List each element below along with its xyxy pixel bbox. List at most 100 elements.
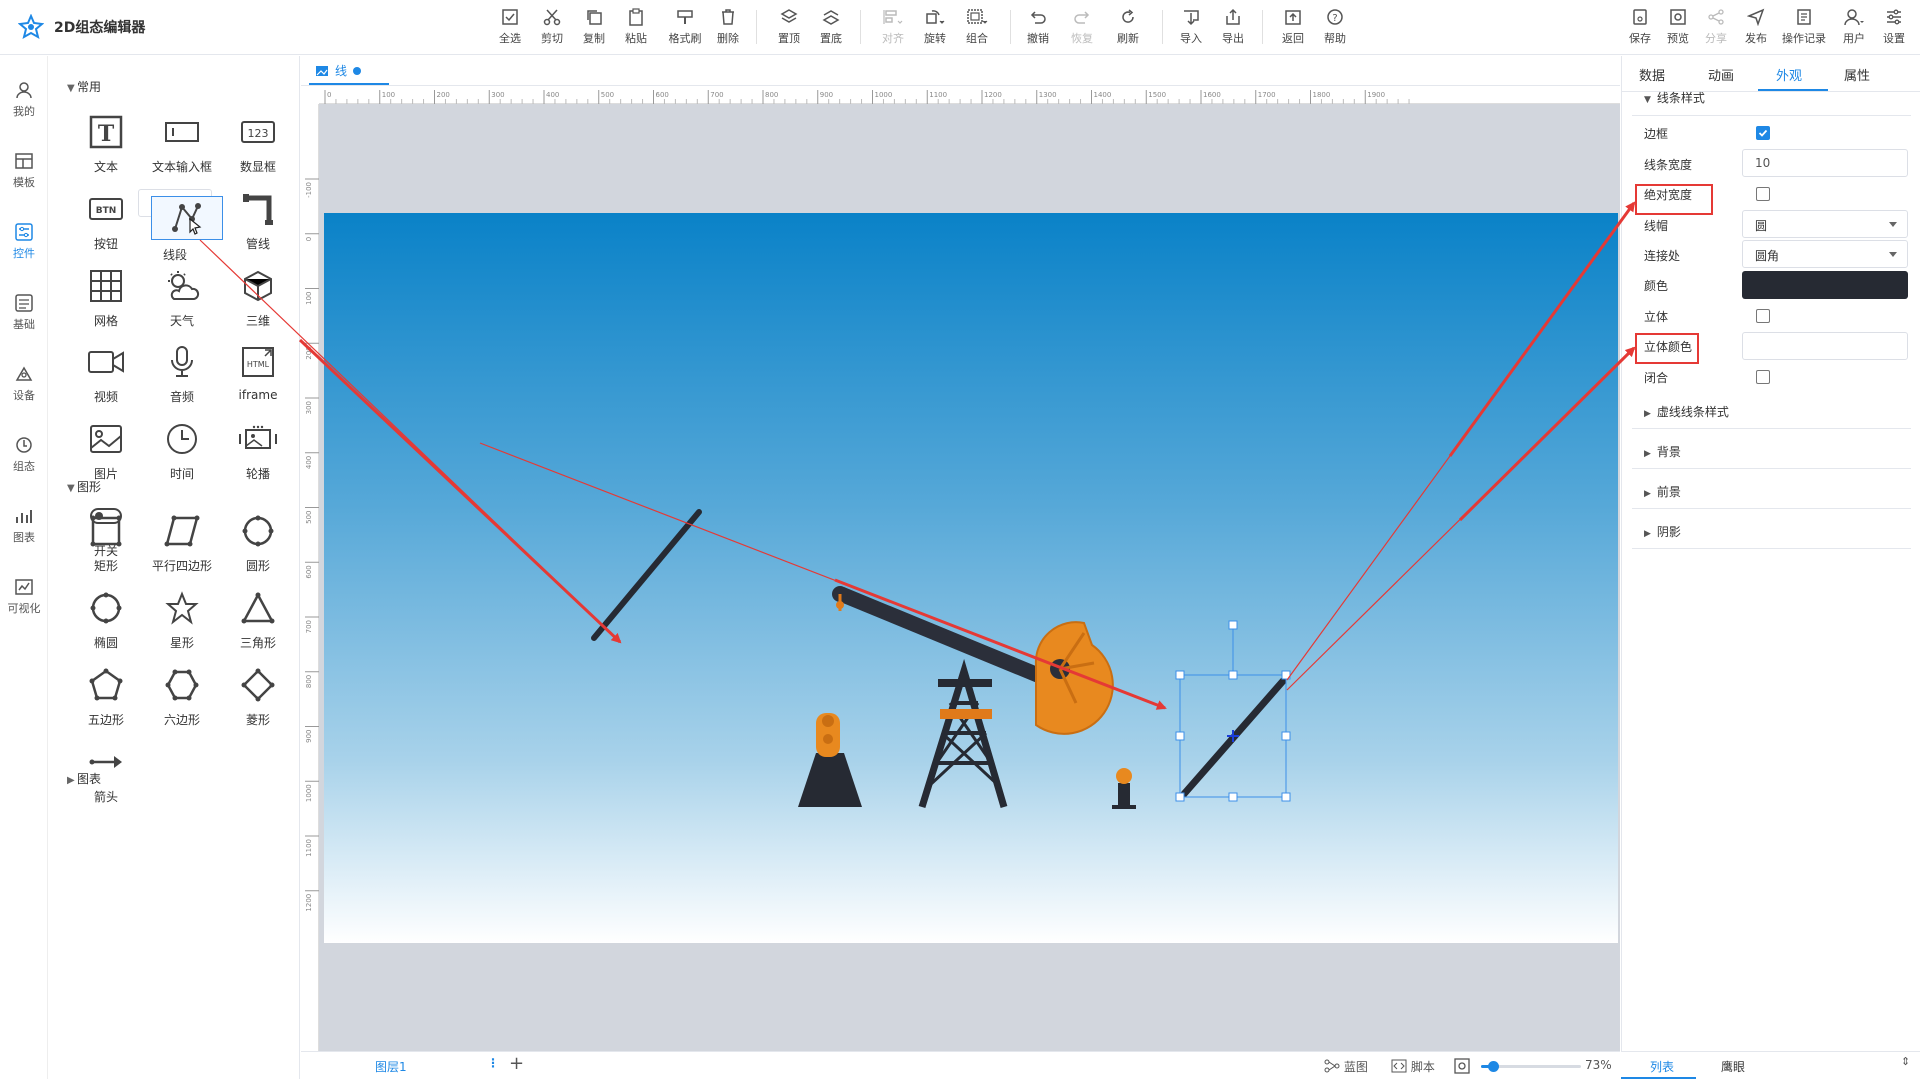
overview-tab[interactable]: 鹰眼 xyxy=(1721,1058,1745,1075)
section-common[interactable]: ▼ 常用 xyxy=(67,78,101,95)
help-button[interactable]: ? 帮助 xyxy=(1313,8,1357,46)
absolute-width-checkbox[interactable] xyxy=(1756,187,1770,201)
nav-controls[interactable]: 控件 xyxy=(0,222,48,261)
layer-tab[interactable]: 图层1 xyxy=(375,1058,407,1075)
pump-jack-illustration[interactable] xyxy=(798,586,1136,809)
back-button[interactable]: 返回 xyxy=(1271,8,1315,46)
section-charts[interactable]: ▶ 图表 xyxy=(67,770,101,787)
user-button[interactable]: 用户 xyxy=(1832,8,1876,46)
refresh-button[interactable]: 刷新 xyxy=(1106,8,1150,46)
drawn-line-left[interactable] xyxy=(591,509,702,641)
border-checkbox[interactable] xyxy=(1756,126,1770,140)
palette-digital-display[interactable]: 123 数显框 xyxy=(222,112,294,175)
palette-3d[interactable]: 三维 xyxy=(222,266,294,329)
group-button[interactable]: 组合 xyxy=(955,8,999,46)
tab-appearance[interactable]: 外观 xyxy=(1776,65,1802,84)
svg-text:BTN: BTN xyxy=(96,206,117,216)
palette-star[interactable]: 星形 xyxy=(146,588,218,651)
back-icon xyxy=(1285,10,1301,25)
group-line-style[interactable]: ▼ 线条样式 xyxy=(1644,89,1705,106)
delete-button[interactable]: 删除 xyxy=(706,8,750,46)
palette-grid[interactable]: 网格 xyxy=(70,266,142,329)
palette-parallelogram[interactable]: 平行四边形 xyxy=(146,511,218,574)
color-swatch[interactable] xyxy=(1742,271,1908,299)
closed-checkbox[interactable] xyxy=(1756,370,1770,384)
caret-right-icon: ▶ xyxy=(1644,529,1651,539)
redo-button[interactable]: 恢复 xyxy=(1060,8,1104,46)
export-button[interactable]: 导出 xyxy=(1211,8,1255,46)
group-dashed-line-style[interactable]: ▶ 虚线线条样式 xyxy=(1644,403,1729,420)
format-brush-button[interactable]: 格式刷 xyxy=(660,8,710,46)
nav-mine[interactable]: 我的 xyxy=(0,80,48,119)
tab-animation[interactable]: 动画 xyxy=(1708,65,1734,84)
more-vertical-icon[interactable]: ⋮ xyxy=(487,1056,499,1070)
zoom-slider-handle[interactable] xyxy=(1488,1061,1499,1072)
tab-properties[interactable]: 属性 xyxy=(1844,65,1870,84)
palette-line-segment[interactable]: 线段 xyxy=(138,189,223,262)
palette-audio[interactable]: 音频 xyxy=(146,342,218,405)
nav-device[interactable]: 设备 xyxy=(0,364,48,403)
line-cap-select[interactable]: 圆 xyxy=(1742,210,1908,238)
align-button[interactable]: 对齐 xyxy=(871,8,915,46)
publish-button[interactable]: 发布 xyxy=(1734,8,1778,46)
fit-screen-icon[interactable] xyxy=(1454,1058,1470,1074)
share-button[interactable]: 分享 xyxy=(1694,8,1738,46)
expand-icon[interactable]: ⇕ xyxy=(1901,1055,1910,1068)
palette-image[interactable]: 图片 xyxy=(70,419,142,482)
palette-pipeline[interactable]: 管线 xyxy=(222,189,294,252)
palette-weather[interactable]: 天气 xyxy=(146,266,218,329)
tab-data[interactable]: 数据 xyxy=(1639,65,1665,84)
group-icon xyxy=(967,9,988,24)
cut-button[interactable]: 剪切 xyxy=(530,8,574,46)
send-bottom-button[interactable]: 置底 xyxy=(809,8,853,46)
group-foreground[interactable]: ▶ 前景 xyxy=(1644,483,1681,500)
solid-color-input[interactable] xyxy=(1742,332,1908,360)
ruler-label: 1400 xyxy=(1094,91,1112,99)
palette-hexagon[interactable]: 六边形 xyxy=(146,665,218,728)
line-width-input[interactable]: 10 xyxy=(1742,149,1908,177)
blueprint-button[interactable]: 蓝图 xyxy=(1324,1058,1368,1075)
bring-top-button[interactable]: 置顶 xyxy=(767,8,811,46)
palette-circle[interactable]: 圆形 xyxy=(222,511,294,574)
palette-ellipse[interactable]: 椭圆 xyxy=(70,588,142,651)
doc-tab-line[interactable]: 线 xyxy=(315,62,362,79)
line-join-select[interactable]: 圆角 xyxy=(1742,240,1908,268)
add-layer-icon[interactable]: + xyxy=(509,1053,524,1074)
undo-button[interactable]: 撤销 xyxy=(1016,8,1060,46)
nav-basic[interactable]: 基础 xyxy=(0,293,48,332)
drawing-stage[interactable] xyxy=(324,213,1618,943)
list-tab[interactable]: 列表 xyxy=(1650,1058,1674,1075)
palette-text-input[interactable]: 文本输入框 xyxy=(146,112,218,175)
ruler-label: 100 xyxy=(305,292,313,305)
palette-rectangle[interactable]: 矩形 xyxy=(70,511,142,574)
nav-config[interactable]: 组态 xyxy=(0,435,48,474)
chevron-down-icon xyxy=(1889,222,1897,227)
history-button[interactable]: 操作记录 xyxy=(1778,8,1830,46)
solid-checkbox[interactable] xyxy=(1756,309,1770,323)
caret-down-icon: ▼ xyxy=(1644,95,1651,105)
palette-time[interactable]: 时间 xyxy=(146,419,218,482)
palette-button[interactable]: BTN 按钮 xyxy=(70,189,142,252)
settings-button[interactable]: 设置 xyxy=(1872,8,1916,46)
nav-visual[interactable]: 可视化 xyxy=(0,577,48,616)
zoom-slider[interactable] xyxy=(1481,1061,1581,1072)
paste-button[interactable]: 粘贴 xyxy=(614,8,658,46)
group-shadow[interactable]: ▶ 阴影 xyxy=(1644,523,1681,540)
palette-label: 椭圆 xyxy=(93,636,118,650)
palette-diamond[interactable]: 菱形 xyxy=(222,665,294,728)
select-all-button[interactable]: 全选 xyxy=(488,8,532,46)
script-button[interactable]: 脚本 xyxy=(1391,1058,1435,1075)
palette-pentagon[interactable]: 五边形 xyxy=(70,665,142,728)
nav-chart[interactable]: 图表 xyxy=(0,506,48,545)
palette-triangle[interactable]: 三角形 xyxy=(222,588,294,651)
nav-template[interactable]: 模板 xyxy=(0,151,48,190)
rotate-button[interactable]: 旋转 xyxy=(913,8,957,46)
section-shapes[interactable]: ▼ 图形 xyxy=(67,478,101,495)
group-background[interactable]: ▶ 背景 xyxy=(1644,443,1681,460)
import-button[interactable]: 导入 xyxy=(1169,8,1213,46)
palette-iframe[interactable]: HTML iframe xyxy=(222,342,294,402)
palette-carousel[interactable]: 轮播 xyxy=(222,419,294,482)
palette-text[interactable]: T 文本 xyxy=(70,112,142,175)
palette-video[interactable]: 视频 xyxy=(70,342,142,405)
copy-button[interactable]: 复制 xyxy=(572,8,616,46)
